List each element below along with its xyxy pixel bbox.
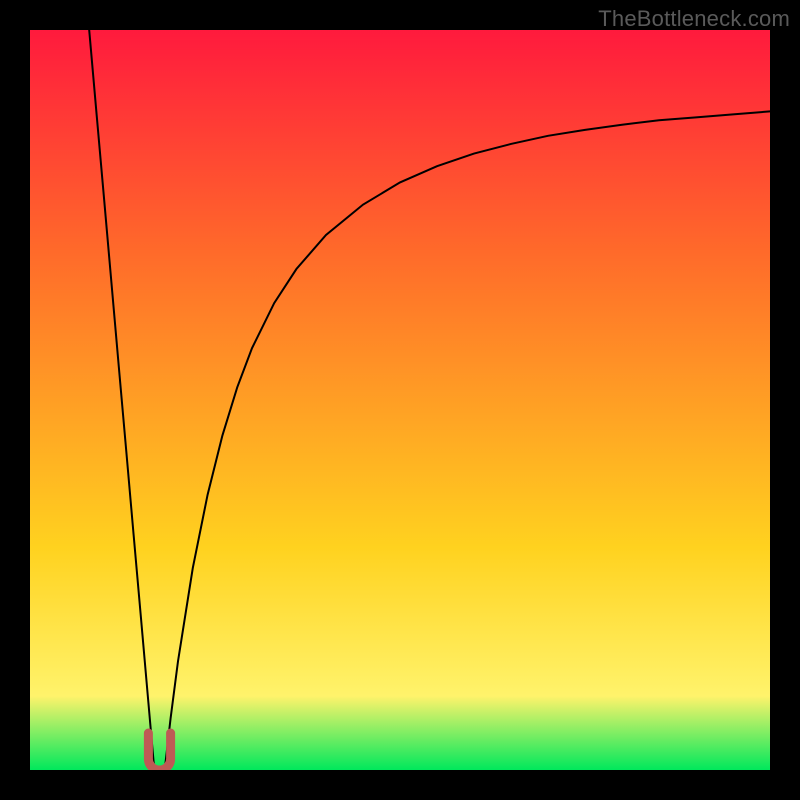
chart-frame: TheBottleneck.com [0,0,800,800]
plot-svg [30,30,770,770]
watermark-label: TheBottleneck.com [598,6,790,32]
gradient-background [30,30,770,770]
plot-area [30,30,770,770]
